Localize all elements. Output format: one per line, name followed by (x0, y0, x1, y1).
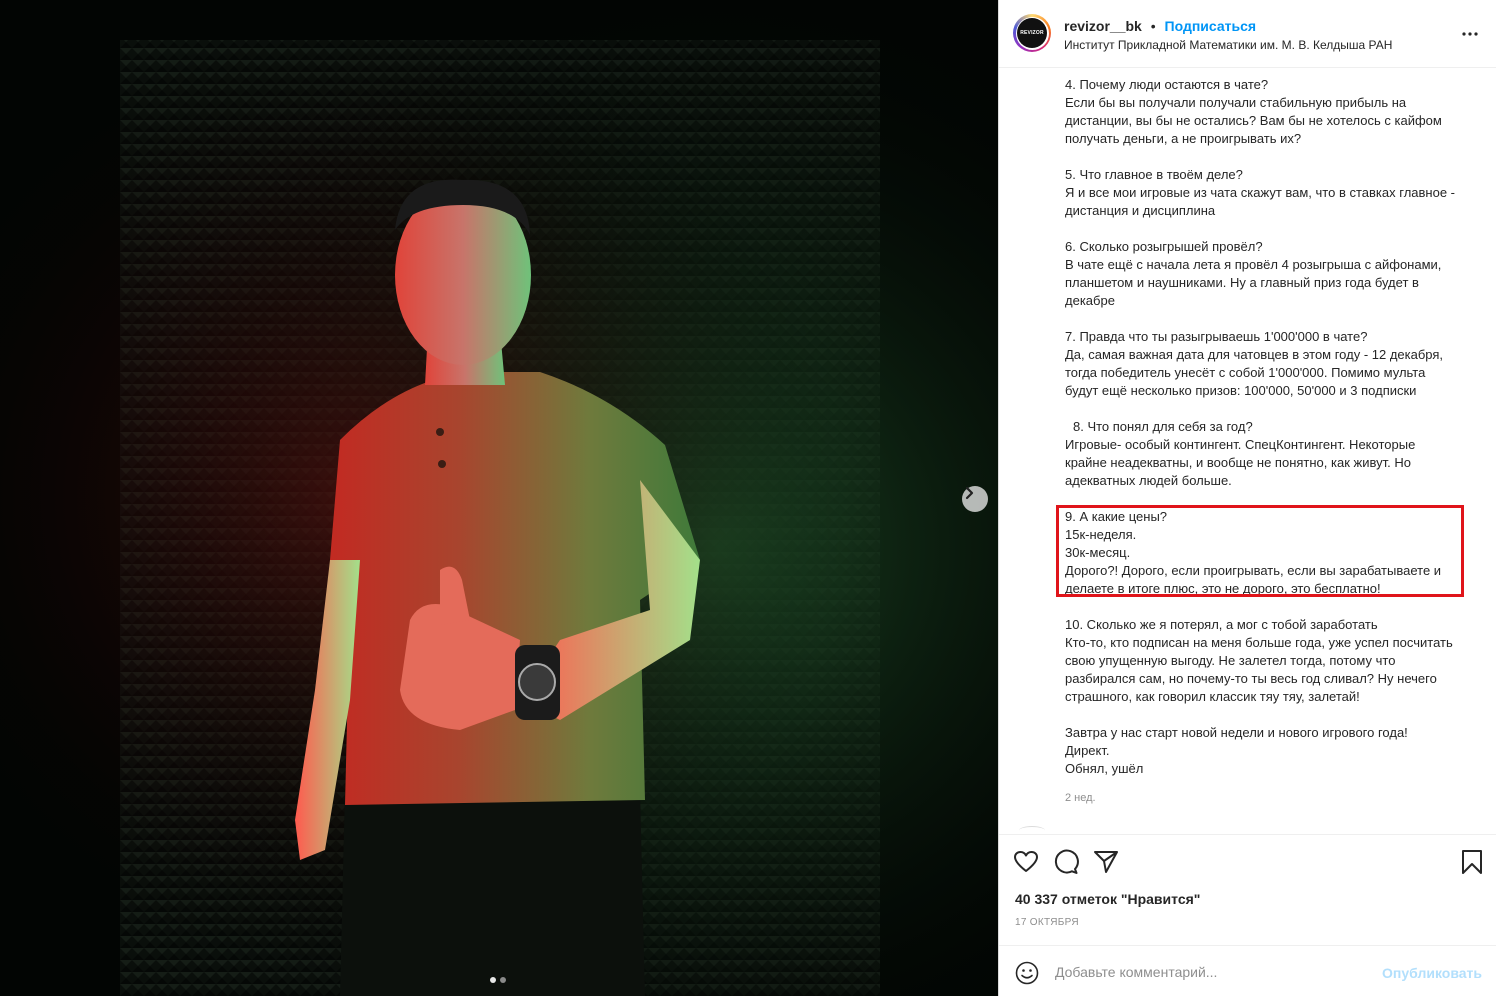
caption-paragraph: Завтра у нас старт новой недели и нового… (1065, 725, 1408, 776)
separator-dot: • (1150, 18, 1156, 34)
location-link[interactable]: Институт Прикладной Математики им. М. В.… (1064, 38, 1392, 52)
caption-paragraph: 4. Почему люди остаются в чате? Если бы … (1065, 77, 1442, 146)
bookmark-icon[interactable] (1459, 849, 1485, 875)
comment-icon[interactable] (1053, 849, 1079, 875)
highlight-box (1056, 505, 1464, 597)
next-slide-button[interactable] (962, 486, 988, 512)
caption-paragraph: 5. Что главное в твоём деле? Я и все мои… (1065, 167, 1455, 218)
caption-paragraph: 6. Сколько розыгрышей провёл? В чате ещё… (1065, 239, 1442, 308)
publish-button[interactable]: Опубликовать (1382, 965, 1482, 981)
slide-dot (500, 977, 506, 983)
caption-paragraph: 7. Правда что ты разыгрываешь 1'000'000 … (1065, 329, 1444, 398)
instagram-post: REVIZOR revizor__bk • Подписаться Инстит… (0, 0, 1496, 996)
post-date: 17 октября (1015, 917, 1079, 928)
post-actions: 40 337 отметок "Нравится" 17 октября (999, 834, 1496, 945)
photo-image (0, 0, 998, 996)
comment-bar: Опубликовать (999, 945, 1496, 996)
emoji-icon[interactable] (1015, 961, 1039, 985)
likes-count[interactable]: 40 337 отметок "Нравится" (1015, 891, 1200, 907)
heart-icon[interactable] (1013, 849, 1039, 875)
follow-button[interactable]: Подписаться (1165, 18, 1257, 34)
comment-input[interactable] (1055, 959, 1375, 985)
post-side-panel: REVIZOR revizor__bk • Подписаться Инстит… (998, 0, 1496, 996)
slide-indicator (490, 977, 506, 983)
more-options-icon[interactable] (1460, 24, 1480, 44)
slide-dot (490, 977, 496, 983)
post-caption: 4. Почему люди остаются в чате? Если бы … (1065, 76, 1483, 796)
caption-paragraph: 10. Сколько же я потерял, а мог с тобой … (1065, 617, 1453, 704)
caption-paragraph: 8. Что понял для себя за год? Игровые- о… (1065, 419, 1416, 488)
post-photo[interactable] (0, 0, 998, 996)
avatar[interactable]: REVIZOR (1013, 14, 1051, 52)
caption-age: 2 нед. (1065, 792, 1096, 804)
share-icon[interactable] (1093, 849, 1119, 875)
avatar-logo: REVIZOR (1017, 18, 1047, 48)
username-link[interactable]: revizor__bk (1064, 18, 1142, 34)
chevron-right-icon (965, 486, 974, 500)
post-header: REVIZOR revizor__bk • Подписаться Инстит… (999, 0, 1496, 68)
